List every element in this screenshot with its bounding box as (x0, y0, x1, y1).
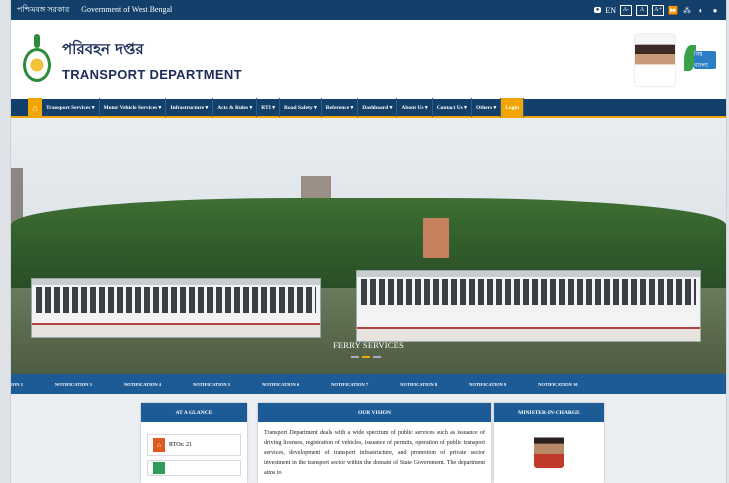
ferry-boat (31, 278, 321, 338)
notification-item[interactable]: NOTIFICATION 10 (538, 382, 577, 387)
font-reset-button[interactable]: A (636, 4, 648, 16)
nav-login[interactable]: Login (501, 98, 525, 117)
notification-item[interactable]: NOTIFICATION 8 (400, 382, 437, 387)
home-icon[interactable]: ⌂ (28, 98, 42, 117)
gov-en-link[interactable]: Government of West Bengal (81, 5, 172, 14)
minister-card: MINISTER-IN-CHARGE (494, 403, 604, 483)
biswa-bangla-logo: বিশ্ব বাংলা (684, 39, 716, 81)
page-frame: পশ্চিমবঙ্গ সরকার Government of West Beng… (10, 0, 727, 483)
minister-photo (534, 434, 564, 468)
top-bar: পশ্চিমবঙ্গ সরকার Government of West Beng… (11, 0, 726, 20)
brand-block[interactable]: পরিবহন দপ্তর TRANSPORT DEPARTMENT (62, 38, 242, 82)
notification-item[interactable]: NOTIFICATION 9 (469, 382, 506, 387)
site-title-en: TRANSPORT DEPARTMENT (62, 66, 242, 82)
ferry-boat (356, 270, 701, 342)
notification-ticker: ION 2 NOTIFICATION 3 NOTIFICATION 4 NOTI… (11, 374, 726, 394)
at-a-glance-card: AT A GLANCE ⌂ RTOs: 21 (141, 403, 247, 483)
nav-rti[interactable]: RTI ▾ (257, 98, 280, 117)
minister-title: MINISTER-IN-CHARGE (494, 403, 604, 422)
nav-transport-services[interactable]: Transport Services ▾ (42, 98, 100, 117)
vision-text: Transport Department deals with a wide s… (264, 430, 485, 476)
banner-temple (423, 218, 449, 258)
site-header: পরিবহন দপ্তর TRANSPORT DEPARTMENT বিশ্ব … (11, 20, 726, 99)
site-title-bn: পরিবহন দপ্তর (62, 39, 144, 58)
nav-motor-vehicle-services[interactable]: Motor Vehicle Services ▾ (100, 98, 167, 117)
language-toggle[interactable]: ● (593, 7, 602, 13)
nav-reference[interactable]: Reference ▾ (322, 98, 359, 117)
font-increase-button[interactable]: A+ (652, 4, 664, 16)
hero-banner[interactable]: FERRY SERVICES (11, 118, 726, 374)
notification-item[interactable]: NOTIFICATION 3 (55, 382, 92, 387)
nav-dashboard[interactable]: Dashboard ▾ (358, 98, 398, 117)
notification-item[interactable]: ION 2 (11, 382, 23, 387)
content-area: AT A GLANCE ⌂ RTOs: 21 OUR VISION Transp… (11, 394, 726, 483)
notification-item[interactable]: NOTIFICATION 6 (262, 382, 299, 387)
slider-dot[interactable] (351, 356, 359, 358)
font-decrease-button[interactable]: A- (620, 4, 632, 16)
gov-bn-link[interactable]: পশ্চিমবঙ্গ সরকার (17, 5, 69, 14)
accessibility-icon[interactable]: ● (710, 5, 720, 15)
nav-contact-us[interactable]: Contact Us ▾ (433, 98, 472, 117)
glance-item[interactable] (147, 460, 241, 476)
sitemap-icon[interactable]: ⁂ (682, 5, 692, 15)
vehicle-icon (153, 462, 165, 474)
contrast-icon[interactable]: ◐ (696, 5, 706, 15)
slider-dots (351, 356, 381, 358)
notification-item[interactable]: NOTIFICATION 4 (124, 382, 161, 387)
main-nav: ⌂ Transport Services ▾ Motor Vehicle Ser… (11, 98, 726, 118)
slider-dot-active[interactable] (362, 356, 370, 358)
department-emblem-icon[interactable] (23, 32, 51, 88)
nav-others[interactable]: Others ▾ (472, 98, 502, 117)
at-a-glance-title: AT A GLANCE (141, 403, 247, 422)
header-right: বিশ্ব বাংলা (634, 32, 716, 87)
slider-dot[interactable] (373, 356, 381, 358)
nav-infrastructure[interactable]: Infrastructure ▾ (166, 98, 214, 117)
chief-minister-photo (634, 32, 676, 87)
skip-icon[interactable]: ⏩ (668, 5, 678, 15)
notification-item[interactable]: NOTIFICATION 7 (331, 382, 368, 387)
language-label[interactable]: EN (605, 6, 616, 15)
notification-item[interactable]: NOTIFICATION 5 (193, 382, 230, 387)
our-vision-title: OUR VISION (258, 403, 491, 422)
biswa-bangla-text: বিশ্ব বাংলা (694, 50, 716, 69)
top-bar-left: পশ্চিমবঙ্গ সরকার Government of West Beng… (17, 4, 182, 17)
top-bar-right: ● EN A- A A+ ⏩ ⁂ ◐ ● (593, 4, 720, 16)
banner-caption: FERRY SERVICES (332, 340, 404, 350)
nav-about-us[interactable]: About Us ▾ (397, 98, 433, 117)
nav-road-safety[interactable]: Road Safety ▾ (280, 98, 322, 117)
our-vision-card: OUR VISION Transport Department deals wi… (258, 403, 491, 483)
rto-count-item[interactable]: ⌂ RTOs: 21 (147, 434, 241, 456)
building-icon: ⌂ (153, 438, 165, 452)
rto-count: RTOs: 21 (169, 442, 193, 448)
nav-acts-rules[interactable]: Acts & Rules ▾ (213, 98, 258, 117)
